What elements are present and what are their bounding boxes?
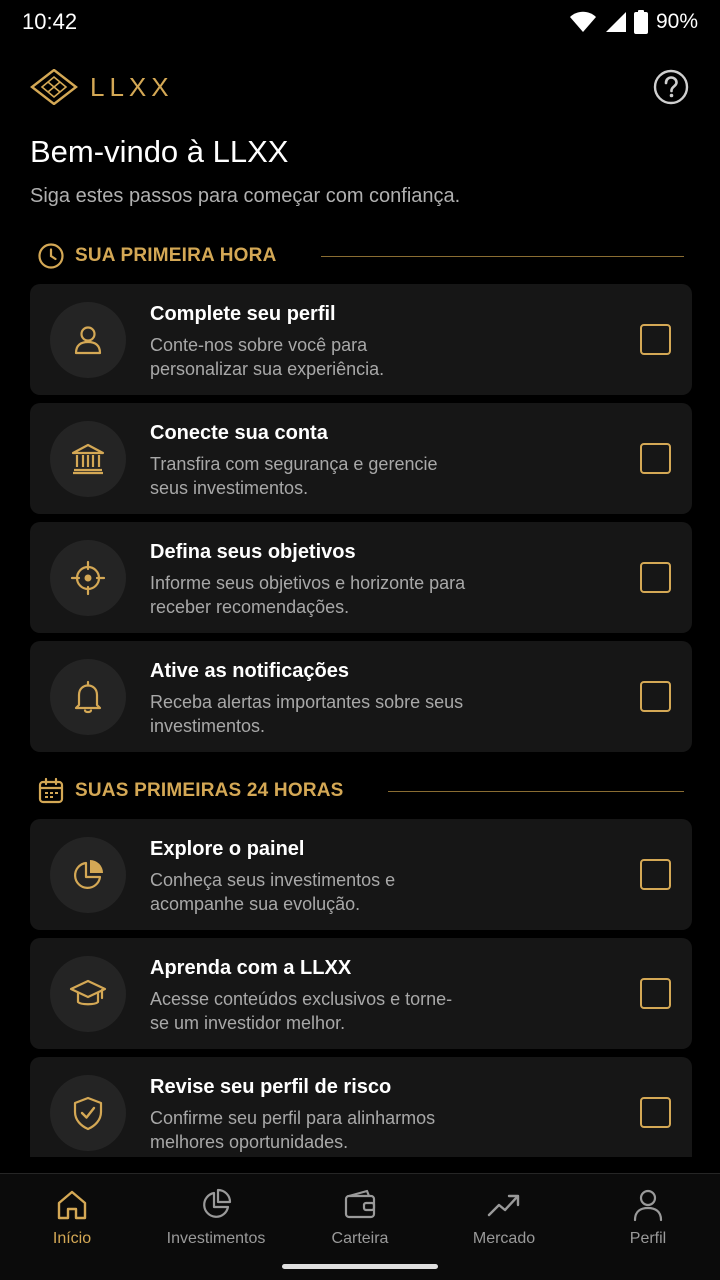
section-label: SUA PRIMEIRA HORA [75, 245, 277, 266]
section-label: SUAS PRIMEIRAS 24 HORAS [75, 780, 344, 801]
task-card-notifications[interactable]: Ative as notificações Receba alertas imp… [30, 641, 692, 752]
status-time: 10:42 [22, 9, 78, 34]
nav-label: Início [52, 1230, 92, 1247]
task-title: Complete seu perfil [150, 303, 336, 325]
target-icon [70, 560, 106, 596]
task-title: Aprenda com a LLXX [150, 957, 352, 979]
task-checkbox[interactable] [640, 443, 671, 474]
section-divider [387, 790, 684, 792]
graduation-cap-icon [69, 979, 107, 1006]
page-title: Bem-vindo à LLXX [30, 134, 289, 169]
pie-chart-icon [74, 860, 103, 889]
task-card-learn[interactable]: Aprenda com a LLXX Acesse conteúdos excl… [30, 938, 692, 1049]
task-description: Acesse conteúdos exclusivos e torne-se u… [150, 989, 453, 1033]
nav-item-perfil[interactable]: Perfil [576, 1188, 720, 1250]
nav-label: Investimentos [166, 1230, 266, 1247]
wallet-icon [344, 1189, 376, 1219]
task-card-connect[interactable]: Conecte sua conta Transfira com seguranç… [30, 403, 692, 514]
task-checkbox[interactable] [640, 681, 671, 712]
task-card-risk-profile[interactable]: Revise seu perfil de risco Confirme seu … [30, 1057, 692, 1157]
task-icon-container [50, 1075, 126, 1151]
task-card-profile[interactable]: Complete seu perfil Conte-nos sobre você… [30, 284, 692, 395]
bank-icon [71, 443, 105, 475]
task-checkbox[interactable] [640, 978, 671, 1009]
task-description: Conte-nos sobre você para personalizar s… [150, 335, 385, 379]
nav-item-investimentos[interactable]: Investimentos [144, 1188, 288, 1250]
home-indicator [282, 1264, 438, 1269]
task-icon-container [50, 956, 126, 1032]
wifi-icon [569, 11, 596, 32]
user-icon [633, 1189, 663, 1222]
pie-chart-icon [203, 1188, 232, 1218]
status-indicators: 90% [569, 10, 698, 34]
task-icon-container [50, 837, 126, 913]
task-checkbox[interactable] [640, 1097, 671, 1128]
bell-icon [74, 680, 102, 714]
user-icon [74, 326, 102, 355]
nav-item-mercado[interactable]: Mercado [432, 1188, 576, 1250]
task-title: Conecte sua conta [150, 422, 328, 444]
section-first-24-hours: SUAS PRIMEIRAS 24 HORAS [37, 775, 684, 807]
diamond-logo-icon [30, 69, 78, 105]
page-subtitle: Siga estes passos para começar com confi… [30, 185, 461, 207]
status-bar: 10:42 90% [0, 0, 720, 44]
calendar-icon [38, 777, 64, 804]
battery-icon [633, 10, 648, 34]
shield-icon [73, 1096, 103, 1131]
task-checkbox[interactable] [640, 562, 671, 593]
task-title: Explore o painel [150, 838, 305, 860]
battery-percent: 90% [655, 10, 698, 33]
task-icon-container [50, 659, 126, 735]
home-icon [57, 1190, 87, 1220]
task-description: Receba alertas importantes sobre seus in… [150, 692, 464, 736]
section-first-hour: SUA PRIMEIRA HORA [37, 240, 684, 272]
task-description: Transfira com segurança e gerencie seus … [150, 454, 438, 498]
task-description: Conheça seus investimentos e acompanhe s… [150, 870, 396, 914]
logo: LLXX [30, 69, 174, 105]
trend-icon [487, 1194, 520, 1217]
task-title: Defina seus objetivos [150, 541, 356, 563]
task-checkbox[interactable] [640, 859, 671, 890]
task-icon-container [50, 302, 126, 378]
nav-label: Carteira [331, 1230, 389, 1247]
task-title: Ative as notificações [150, 660, 349, 682]
task-card-goals[interactable]: Defina seus objetivos Informe seus objet… [30, 522, 692, 633]
task-icon-container [50, 421, 126, 497]
nav-item-carteira[interactable]: Carteira [288, 1188, 432, 1250]
signal-icon [605, 12, 626, 32]
task-checkbox[interactable] [640, 324, 671, 355]
nav-label: Mercado [472, 1230, 536, 1247]
task-description: Confirme seu perfil para alinharmos melh… [150, 1108, 436, 1152]
task-title: Revise seu perfil de risco [150, 1076, 392, 1098]
help-circle-icon[interactable] [652, 68, 690, 106]
app-header: LLXX [30, 62, 690, 112]
task-card-dashboard[interactable]: Explore o painel Conheça seus investimen… [30, 819, 692, 930]
section-divider [320, 255, 684, 257]
logo-text: LLXX [90, 71, 174, 102]
task-description: Informe seus objetivos e horizonte para … [150, 573, 466, 617]
nav-label: Perfil [629, 1230, 667, 1247]
clock-icon [38, 243, 64, 269]
nav-item-inicio[interactable]: Início [0, 1188, 144, 1250]
task-icon-container [50, 540, 126, 616]
